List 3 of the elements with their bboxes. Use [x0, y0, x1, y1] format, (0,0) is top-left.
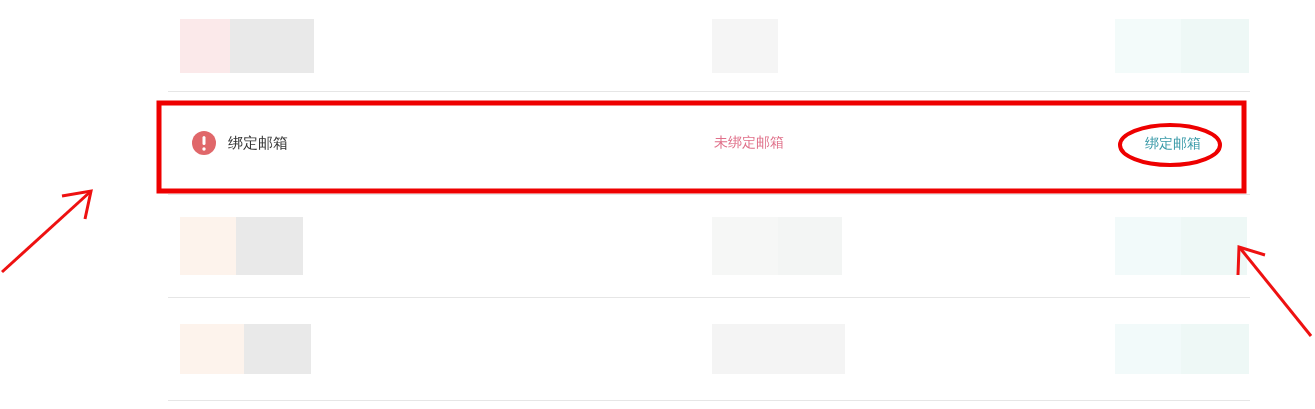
bind-email-link[interactable]: 绑定邮箱 [1145, 135, 1201, 151]
setting-label: 绑定邮箱 [228, 133, 288, 153]
status-text: 未绑定邮箱 [714, 134, 784, 150]
